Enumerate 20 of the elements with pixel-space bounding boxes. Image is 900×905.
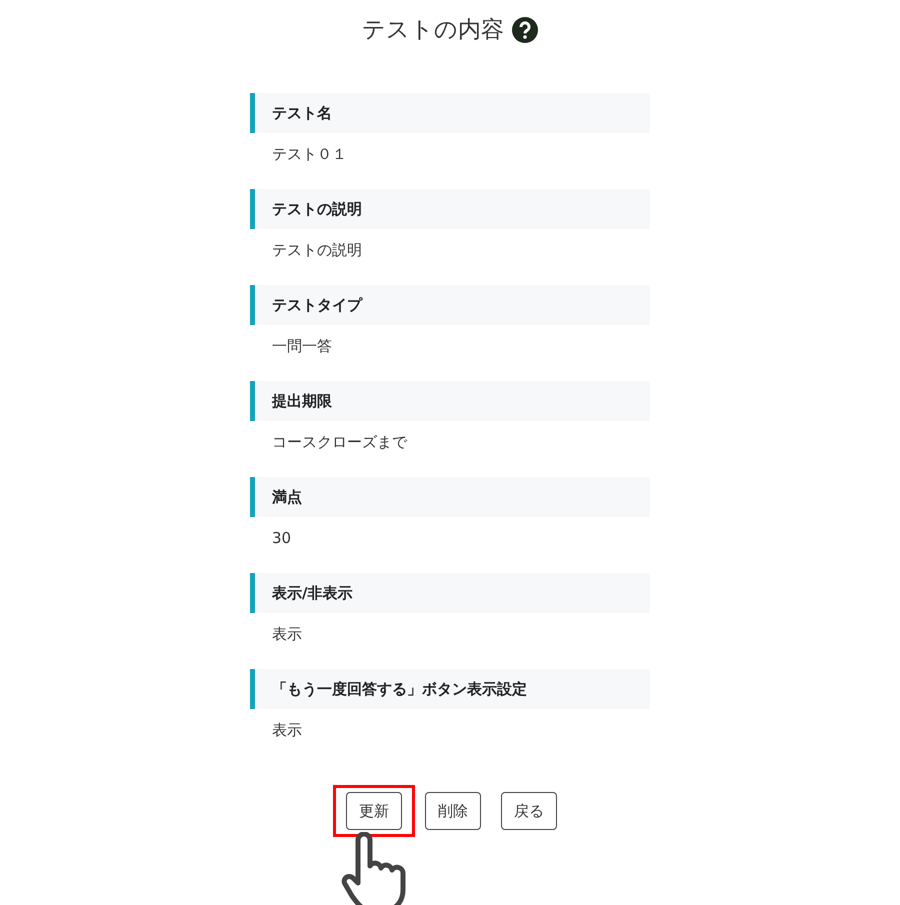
hand-cursor-icon — [340, 832, 406, 905]
field-label: テストの説明 — [250, 189, 650, 229]
help-icon[interactable] — [512, 16, 538, 42]
field-value: 30 — [271, 528, 292, 549]
field-value: 一問一答 — [271, 336, 333, 357]
field-label: テストタイプ — [250, 285, 650, 325]
field-value: テストの説明 — [271, 240, 363, 261]
field-value: テスト０１ — [271, 144, 348, 165]
action-button[interactable]: 戻る — [501, 792, 557, 830]
field-label: 「もう一度回答する」ボタン表示設定 — [250, 669, 650, 709]
field-value: 表示 — [271, 624, 303, 645]
action-button[interactable]: 削除 — [425, 792, 481, 830]
page-title: テストの内容 — [362, 16, 504, 45]
field-label: 満点 — [250, 477, 650, 517]
field-label: 表示/非表示 — [250, 573, 650, 613]
field-label: テスト名 — [250, 93, 650, 133]
field-value: コースクローズまで — [271, 432, 408, 453]
action-button[interactable]: 更新 — [346, 792, 402, 830]
field-label: 提出期限 — [250, 381, 650, 421]
field-value: 表示 — [271, 720, 303, 741]
